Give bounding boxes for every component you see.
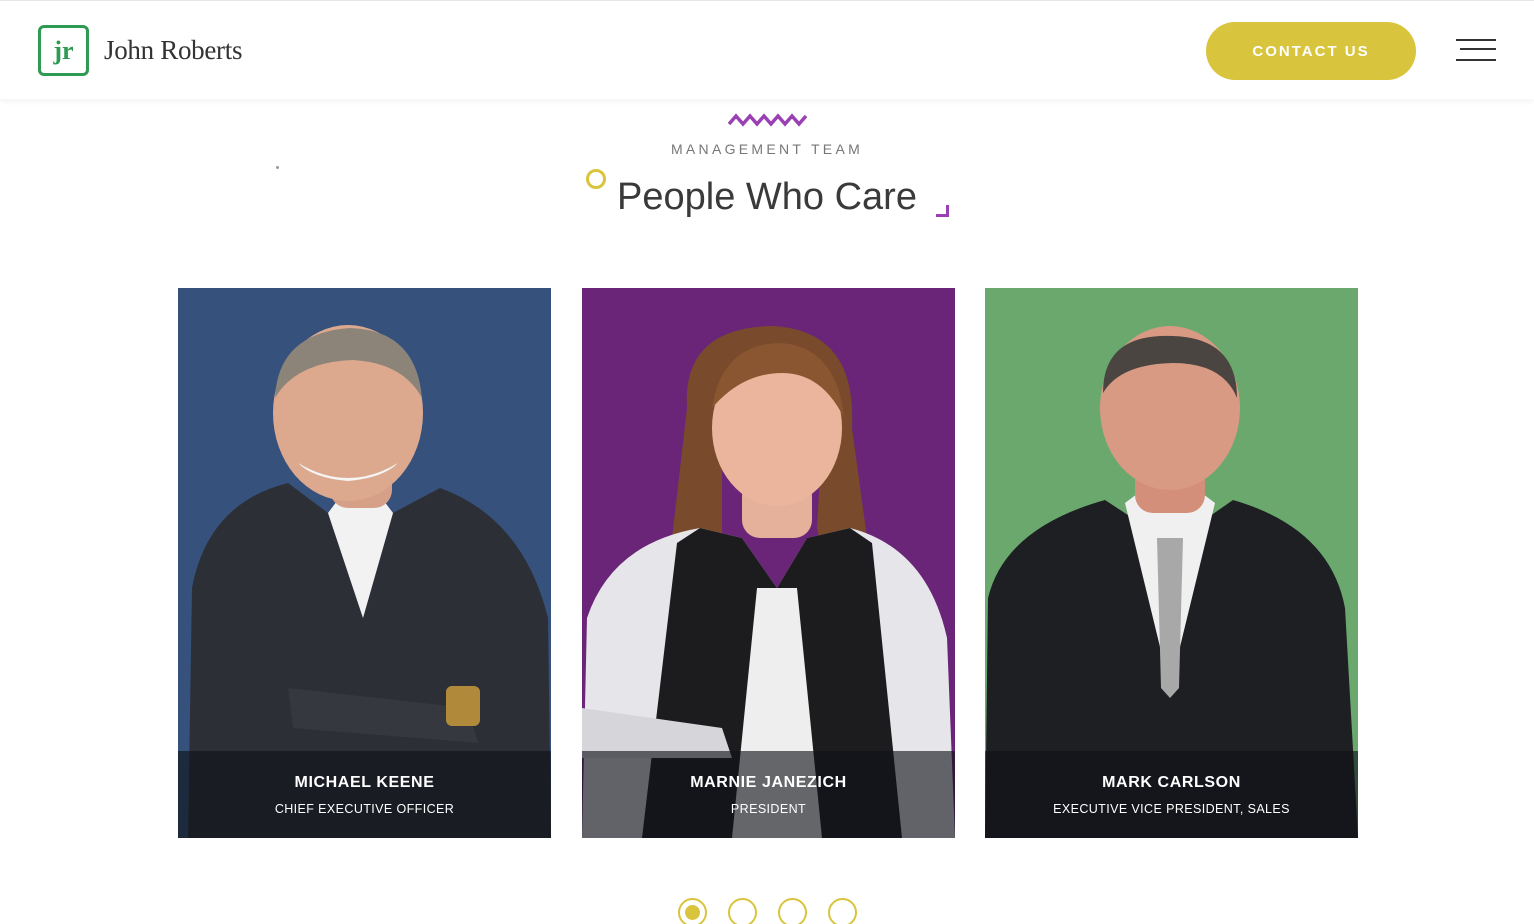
team-card-caption: MARNIE JANEZICH PRESIDENT (582, 751, 955, 838)
carousel-dot-1[interactable] (678, 898, 707, 924)
team-card-caption: MICHAEL KEENE CHIEF EXECUTIVE OFFICER (178, 751, 551, 838)
active-dot-indicator (685, 905, 700, 920)
carousel-pagination (678, 898, 857, 924)
team-card-mark-carlson[interactable]: MARK CARLSON EXECUTIVE VICE PRESIDENT, S… (985, 288, 1358, 838)
logo-text: John Roberts (104, 35, 243, 65)
logo[interactable]: jr John Roberts (38, 25, 242, 76)
menu-line (1456, 59, 1496, 61)
zigzag-divider-icon (728, 113, 808, 127)
menu-line (1460, 48, 1496, 50)
logo-mark-icon: jr (38, 25, 89, 76)
team-member-role: EXECUTIVE VICE PRESIDENT, SALES (1053, 802, 1290, 816)
hamburger-menu-icon[interactable] (1456, 39, 1496, 63)
section-eyebrow: MANAGEMENT TEAM (670, 141, 864, 157)
team-member-name: MARNIE JANEZICH (690, 774, 847, 791)
menu-line (1456, 39, 1496, 41)
decorative-corner-icon (936, 205, 949, 217)
carousel-dot-2[interactable] (728, 898, 757, 924)
team-card-michael-keene[interactable]: MICHAEL KEENE CHIEF EXECUTIVE OFFICER (178, 288, 551, 838)
team-card-marnie-janezich[interactable]: MARNIE JANEZICH PRESIDENT (582, 288, 955, 838)
decorative-dot (276, 166, 279, 169)
team-member-role: CHIEF EXECUTIVE OFFICER (274, 802, 455, 816)
contact-us-button[interactable]: CONTACT US (1206, 22, 1416, 80)
carousel-dot-4[interactable] (828, 898, 857, 924)
team-member-role: PRESIDENT (730, 802, 807, 816)
site-header: jr John Roberts CONTACT US (0, 0, 1534, 99)
team-member-name: MICHAEL KEENE (294, 774, 435, 791)
team-member-name: MARK CARLSON (1102, 774, 1241, 791)
team-card-caption: MARK CARLSON EXECUTIVE VICE PRESIDENT, S… (985, 751, 1358, 838)
section-title: People Who Care (617, 176, 917, 218)
carousel-dot-3[interactable] (778, 898, 807, 924)
